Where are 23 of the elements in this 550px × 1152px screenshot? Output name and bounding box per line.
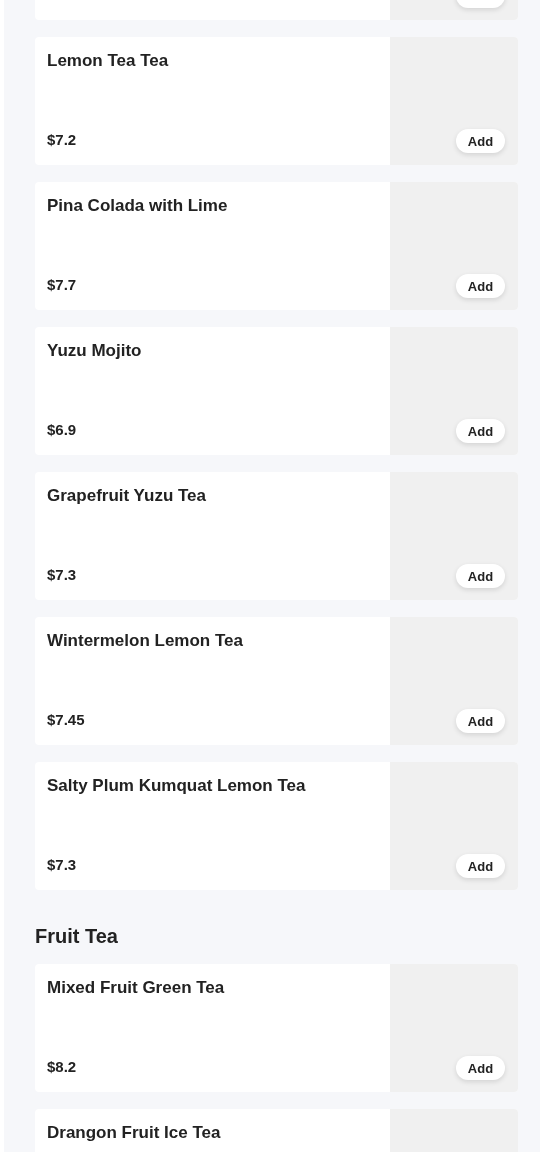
product-name: Wintermelon Lemon Tea	[47, 630, 244, 652]
add-button[interactable]: Add	[456, 564, 505, 588]
product-price: $7.3	[47, 856, 78, 873]
add-button[interactable]: Add	[456, 709, 505, 733]
add-button[interactable]: Add	[456, 854, 505, 878]
product-price: $6.9	[47, 421, 78, 438]
product-name: Salty Plum Kumquat Lemon Tea	[47, 775, 307, 797]
add-button[interactable]: Add	[456, 419, 505, 443]
product-name: Pina Colada with Lime	[47, 195, 229, 217]
product-name: Yuzu Mojito	[47, 340, 143, 362]
product-price: $7.45	[47, 711, 86, 728]
product-name: Mixed Fruit Green Tea	[47, 977, 226, 999]
product-name: Drangon Fruit Ice Tea	[47, 1122, 222, 1144]
add-button[interactable]: Add	[456, 129, 505, 153]
product-price: $7.3	[47, 566, 78, 583]
add-button[interactable]: Add	[456, 1056, 505, 1080]
add-button[interactable]: Add	[456, 274, 505, 298]
section-heading: Fruit Tea	[35, 924, 119, 948]
product-name: Grapefruit Yuzu Tea	[47, 485, 208, 507]
product-price: $7.2	[47, 131, 78, 148]
product-price: $8.2	[47, 1058, 78, 1075]
product-price: $7.7	[47, 276, 78, 293]
product-name: Lemon Tea Tea	[47, 50, 170, 72]
